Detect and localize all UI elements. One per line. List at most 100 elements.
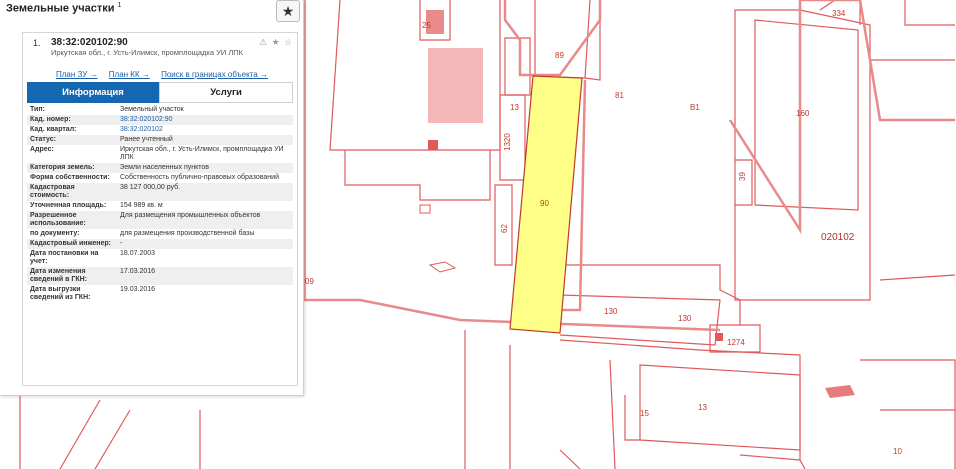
search-results-panel: Земельные участки 1 ★ 1. 38:32:020102:90… xyxy=(0,0,304,396)
row-key: Дата выгрузки сведений из ГКН: xyxy=(30,286,91,301)
result-actions-icons[interactable]: ⚠ ★ ☆ xyxy=(259,37,293,48)
result-card[interactable]: 1. 38:32:020102:90 Иркутская обл., г. Ус… xyxy=(22,32,298,386)
parcel-outline xyxy=(59,399,101,469)
row-key: Кадастровая стоимость: xyxy=(27,183,117,201)
row-key: Адрес: xyxy=(30,146,54,153)
row-value-link[interactable]: 38:32:020102:90 xyxy=(117,115,293,125)
row-value: Земли населенных пунктов xyxy=(117,163,293,173)
search-in-bounds-link[interactable]: Поиск в границах объекта → xyxy=(161,70,268,79)
building xyxy=(715,333,723,341)
parcel-outline xyxy=(904,0,955,26)
table-row: Кадастровая стоимость: 38 127 000,00 руб. xyxy=(27,183,293,201)
parcel-outline xyxy=(559,449,581,469)
map-label: B1 xyxy=(690,103,700,112)
table-row: Уточненная площадь: 154 989 кв. м xyxy=(27,201,293,211)
result-index: 1. xyxy=(33,38,41,48)
row-value: Земельный участок xyxy=(120,106,184,113)
row-key: Кад. номер: xyxy=(27,115,117,125)
table-row: Кад. квартал: 38:32:020102 xyxy=(27,125,293,135)
table-row: по документу: для размещения производстве… xyxy=(27,229,293,239)
map-label: 39 xyxy=(738,172,747,181)
table-row: Тип: Земельный участок xyxy=(27,105,293,115)
parcel-outline xyxy=(94,409,131,469)
row-value: для размещения производственной базы xyxy=(120,230,255,237)
plan-kk-link[interactable]: План КК → xyxy=(109,70,150,79)
parcel-outline xyxy=(559,294,721,346)
row-key: Дата изменения сведений в ГКН: xyxy=(27,267,117,285)
row-key: по документу: xyxy=(30,230,80,237)
row-value: Иркутская обл., г. Усть-Илимск, промплощ… xyxy=(120,146,284,161)
parcel-outline xyxy=(739,454,806,469)
map-label: 25 xyxy=(422,21,431,30)
row-value: 17.03.2016 xyxy=(117,267,293,285)
parcel-outline xyxy=(639,364,801,451)
table-row: Адрес: Иркутская обл., г. Усть-Илимск, пр… xyxy=(27,145,293,163)
row-value: Собственность публично-правовых образова… xyxy=(120,174,279,181)
table-row: Дата выгрузки сведений из ГКН: 19.03.2016 xyxy=(27,285,293,303)
panel-title: Земельные участки 1 xyxy=(6,2,122,15)
row-value: Ранее учтенный xyxy=(117,135,293,145)
favorite-button[interactable]: ★ xyxy=(276,0,300,22)
table-row: Кад. номер: 38:32:020102:90 xyxy=(27,115,293,125)
map-label: 020102 xyxy=(821,232,855,243)
map-label: 90 xyxy=(540,199,549,208)
tab-info[interactable]: Информация xyxy=(27,82,159,103)
row-key: Дата постановки на учет: xyxy=(30,250,99,265)
row-value: 38 127 000,00 руб. xyxy=(117,183,293,201)
map-label: 09 xyxy=(305,277,314,286)
row-key: Статус: xyxy=(27,135,117,145)
map-label: 10 xyxy=(893,447,902,456)
map-label: 1274 xyxy=(727,338,745,347)
building xyxy=(825,385,855,398)
row-value: Для размещения промышленных объектов xyxy=(117,211,293,229)
map-label: 1320 xyxy=(503,133,512,151)
parcel-outline xyxy=(735,159,753,206)
table-row: Статус: Ранее учтенный xyxy=(27,135,293,145)
parcel-outline xyxy=(879,274,956,281)
row-key: Разрешенное использование: xyxy=(27,211,117,229)
table-row: Кадастровый инженер: - xyxy=(27,239,293,249)
tab-services[interactable]: Услуги xyxy=(159,82,293,103)
map-label: 13 xyxy=(510,103,519,112)
row-value-link[interactable]: 38:32:020102 xyxy=(117,125,293,135)
building xyxy=(419,204,431,214)
map-label: 15 xyxy=(640,409,649,418)
building xyxy=(428,261,457,273)
plan-zu-link[interactable]: План ЗУ → xyxy=(56,70,98,79)
table-row: Категория земель: Земли населенных пункто… xyxy=(27,163,293,173)
parcel-outline xyxy=(560,264,741,301)
table-row: Форма собственности: Собственность публич… xyxy=(27,173,293,183)
parcel-outline xyxy=(624,395,640,441)
parcel-outline xyxy=(534,0,591,79)
parcel-outline xyxy=(504,37,531,96)
result-links: План ЗУ → План КК → Поиск в границах объ… xyxy=(56,70,277,79)
building xyxy=(428,140,438,150)
result-address: Иркутская обл., г. Усть-Илимск, промплощ… xyxy=(51,48,244,57)
row-key: Категория земель: xyxy=(27,163,117,173)
result-tabs: Информация Услуги xyxy=(27,82,293,103)
parcel-outline xyxy=(860,359,956,469)
map-label: 89 xyxy=(555,51,564,60)
map-label: 81 xyxy=(615,91,624,100)
map-label: 130 xyxy=(604,307,618,316)
table-row: Разрешенное использование: Для размещения… xyxy=(27,211,293,229)
row-key: Тип: xyxy=(30,106,45,113)
row-value: - xyxy=(117,239,293,249)
row-key: Форма собственности: xyxy=(30,174,110,181)
building xyxy=(428,48,483,123)
row-key: Кад. квартал: xyxy=(30,126,77,133)
map-label: 130 xyxy=(678,314,692,323)
row-value: 154 989 кв. м xyxy=(120,202,163,209)
row-value: 19.03.2016 xyxy=(120,286,156,293)
result-count: 1 xyxy=(117,2,122,9)
cad-number-title[interactable]: 38:32:020102:90 xyxy=(51,37,128,48)
row-value: 18.07.2003 xyxy=(120,250,156,257)
row-key: Уточненная площадь: xyxy=(30,202,107,209)
table-row: Дата постановки на учет: 18.07.2003 xyxy=(27,249,293,267)
row-key: Кадастровый инженер: xyxy=(27,239,117,249)
map-label: 160 xyxy=(796,109,810,118)
table-row: Дата изменения сведений в ГКН: 17.03.2016 xyxy=(27,267,293,285)
quarter-boundary xyxy=(298,0,955,332)
parcel-outline xyxy=(609,359,616,469)
map-label: 62 xyxy=(500,224,509,233)
